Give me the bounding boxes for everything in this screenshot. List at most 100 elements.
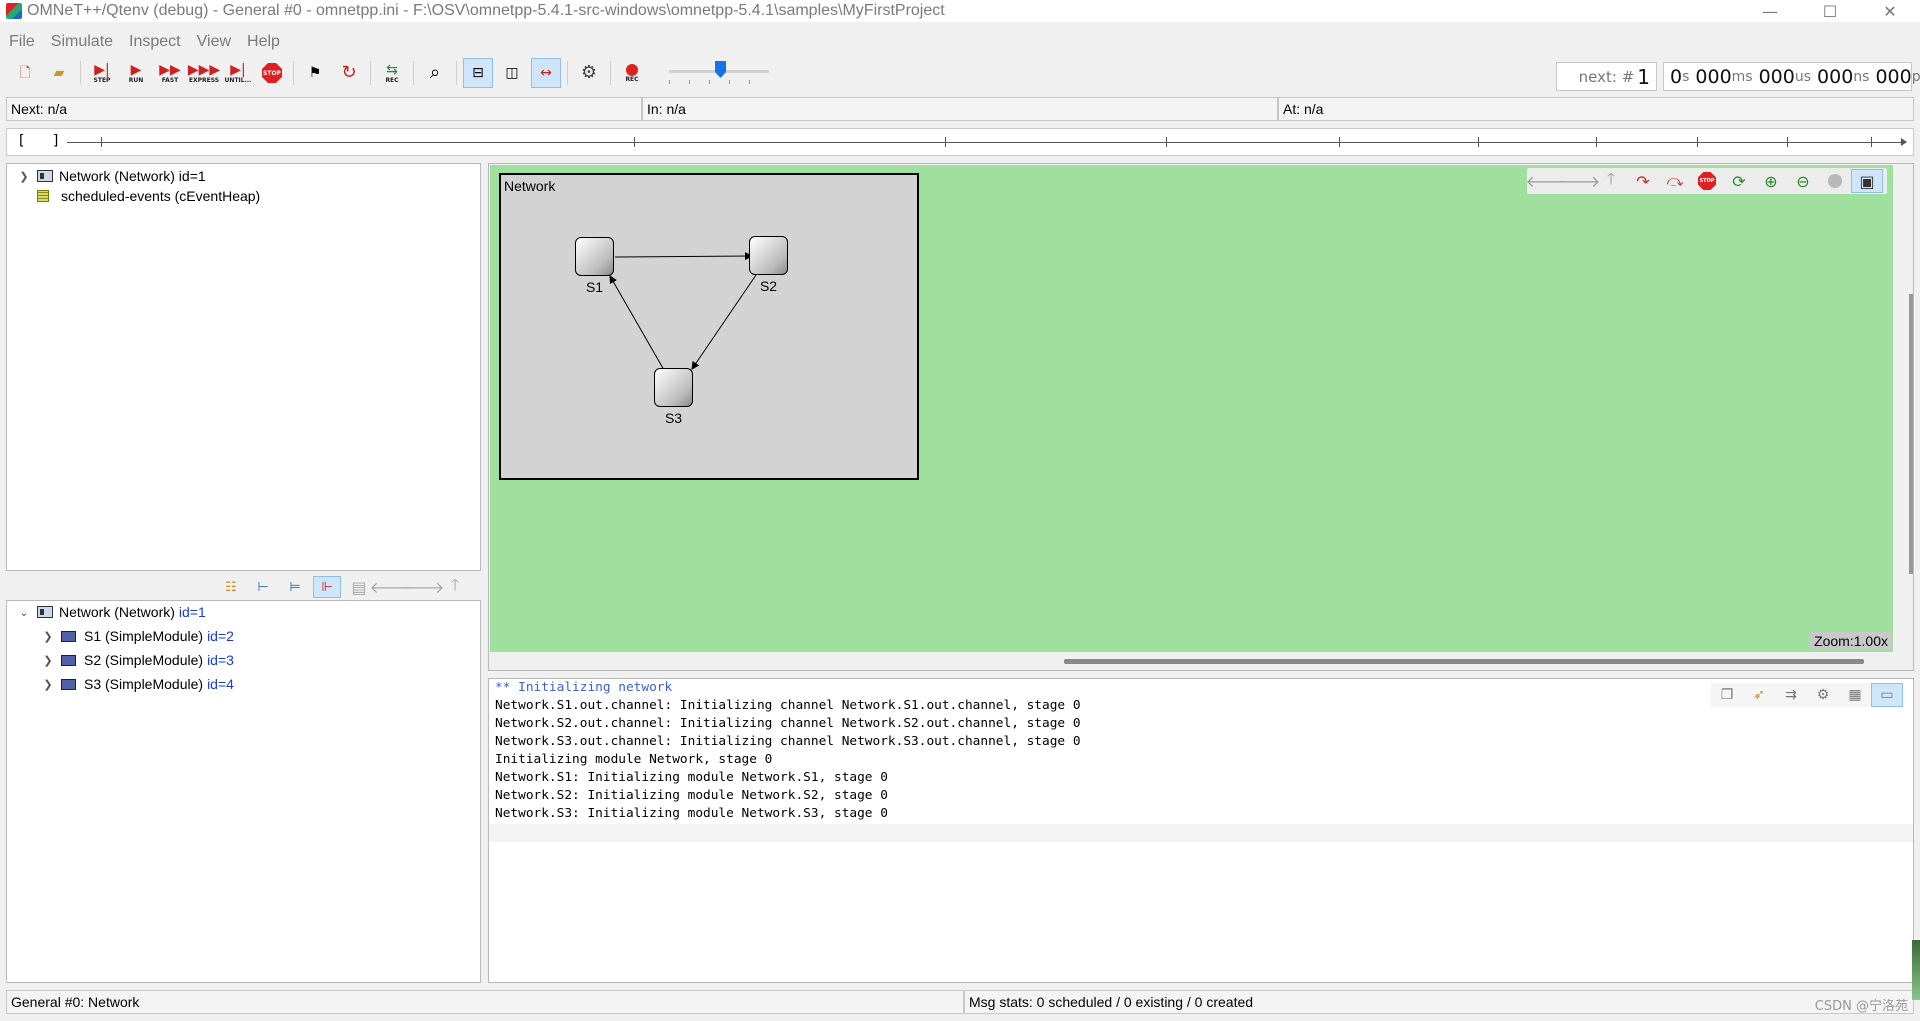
tree-item-s3[interactable]: ❯ S3 (SimpleModule) id=4 [41,674,234,694]
flat-view-button[interactable]: ⊢ [249,576,277,598]
run-button[interactable]: ▶ RUN [121,58,151,88]
conclude-button[interactable]: ⚑ [300,58,330,88]
sim-time-seconds: 0 [1670,65,1683,88]
run-icon: ▶ [130,61,142,78]
module-id: id=2 [207,628,234,644]
connection-s2-s3 [691,274,757,370]
canvas-relayout-button[interactable]: ⟳ [1723,169,1755,193]
canvas-run-local-button[interactable]: ↷ [1627,169,1659,193]
toolbar-separator [80,61,81,85]
next-event-label: next: # [1578,67,1635,86]
tree-item-s2[interactable]: ❯ S2 (SimpleModule) id=3 [41,650,234,670]
canvas-toolbar: 🡐 🡒 🡑 ↷ ⤼ STOP ⟳ ⊕ ⊖ ▣ [1526,168,1887,194]
slider-thumb[interactable] [715,61,726,78]
menu-view[interactable]: View [188,33,238,51]
chevron-right-icon[interactable]: ❯ [17,170,31,183]
simulation-time-display: 0s 000ms 000us 000ns 000ps [1663,62,1920,91]
node-s3[interactable] [654,368,693,407]
gear-icon: ⚙ [1816,687,1830,703]
vertical-layout-button[interactable]: ◫ [497,58,527,88]
tree-item-label: S1 (SimpleModule) [84,628,204,644]
run-until-button[interactable]: ▶| UNTIL... [223,58,253,88]
event-log-recording-button[interactable]: ⇆ REC [377,58,407,88]
network-canvas-panel: Network S1 S2 S3 🡐 🡒 🡑 ↷ ⤼ STOP ⟳ ⊕ ⊖ ▣ … [488,163,1914,671]
copy-log-button[interactable]: ❐ [1711,683,1743,707]
menu-inspect[interactable]: Inspect [120,33,188,51]
node-s2-label: S2 [759,278,778,294]
circle-icon [1828,174,1842,188]
stop-button[interactable]: STOP [257,58,287,88]
tree-item-network-root[interactable]: ⌄ Network (Network) id=1 [17,602,205,622]
chevron-right-icon[interactable]: ❯ [41,654,55,667]
fast-run-button[interactable]: ▶▶ FAST [155,58,185,88]
zoom-out-button[interactable]: ⊖ [1787,169,1819,193]
log-mode-button[interactable]: ▭ [1871,683,1903,707]
new-run-button[interactable]: 🗋 [10,58,40,88]
chevron-right-icon[interactable]: ❯ [41,630,55,643]
record-video-button[interactable]: REC [617,58,647,88]
tree-item-s1[interactable]: ❯ S1 (SimpleModule) id=2 [41,626,234,646]
canvas-horizontal-scrollbar[interactable] [1064,659,1864,664]
sim-time-ps: 000 [1875,65,1912,88]
module-appearance-button[interactable] [1819,169,1851,193]
tree-item-scheduled-events[interactable]: scheduled-events (cEventHeap) [37,186,260,206]
forward-button[interactable]: 🡒 [402,576,445,598]
timeline-tick [945,137,946,147]
finish-flag-icon: ⚑ [308,65,322,81]
chevron-right-icon[interactable]: ❯ [41,678,55,691]
hierarchy-icon: ☷ [225,579,237,595]
filter-log-button[interactable]: ⇉ [1775,683,1807,707]
log-line: ** Initializing network [495,680,673,695]
go-to-simulation-button[interactable]: ☷ [217,576,245,598]
up-button[interactable]: 🡑 [441,575,469,598]
log-settings-button[interactable]: ⚙ [1807,683,1839,707]
network-canvas[interactable]: Network S1 S2 S3 🡐 🡒 🡑 ↷ ⤼ STOP ⟳ ⊕ ⊖ ▣ … [490,165,1893,652]
find-in-log-button[interactable]: ➶ [1743,683,1775,707]
step-button[interactable]: ▶| STEP [87,58,117,88]
log-panel[interactable]: ** Initializing network Network.S1.out.c… [488,678,1914,983]
node-s1[interactable] [575,237,614,276]
simple-module-icon [61,630,76,642]
canvas-vertical-scrollbar[interactable] [1909,294,1913,574]
tree-item-label: Network (Network) [59,604,175,620]
object-navigator-tree[interactable]: ❯ Network (Network) id=1 scheduled-event… [6,163,481,571]
msg-stats-status: Msg stats: 0 scheduled / 0 existing / 0 … [964,990,1914,1014]
maximize-button[interactable]: ☐ [1800,0,1860,22]
preferences-button[interactable]: ⚙ [574,58,604,88]
window-title: OMNeT++/Qtenv (debug) - General #0 - omn… [27,2,945,19]
window-controls: — ☐ ✕ [1740,0,1920,22]
canvas-stop-button[interactable]: STOP [1691,169,1723,193]
node-s2[interactable] [749,236,788,275]
load-network-button[interactable]: ▰ [44,58,74,88]
timeline-tick [1596,137,1597,147]
grouped-view-button[interactable]: ⊩ [313,576,341,598]
messages-mode-button[interactable]: ▦ [1839,683,1871,707]
canvas-up-button[interactable]: 🡑 [1595,169,1627,193]
canvas-forward-button[interactable]: 🡒 [1558,169,1601,193]
tree-item-network[interactable]: ❯ Network (Network) id=1 [17,166,205,186]
show-timeline-button[interactable]: ↔ [531,58,561,88]
children-tree-icon: ⊨ [289,579,301,595]
express-run-button[interactable]: ▶▶▶ EXPRESS [188,58,220,88]
zoom-in-button[interactable]: ⊕ [1755,169,1787,193]
show-module-names-button[interactable]: ▣ [1851,169,1883,193]
horizontal-layout-button[interactable]: ⊟ [463,58,493,88]
canvas-fast-local-button[interactable]: ⤼ [1659,169,1691,193]
menu-file[interactable]: File [0,33,42,51]
toolbar-separator [370,61,371,85]
minimize-button[interactable]: — [1740,0,1800,22]
find-objects-button[interactable]: ⌕ [420,58,450,88]
children-view-button[interactable]: ⊨ [281,576,309,598]
network-module-box[interactable]: Network S1 S2 S3 [499,173,919,480]
chevron-down-icon[interactable]: ⌄ [17,606,31,619]
menu-help[interactable]: Help [238,33,287,51]
rebuild-network-button[interactable]: ↻ [334,58,364,88]
animation-speed-slider[interactable] [667,58,771,88]
tree-item-label: S2 (SimpleModule) [84,652,204,668]
event-timeline[interactable]: [ ] [6,128,1914,156]
log-line: Network.S3.out.channel: Initializing cha… [495,734,1081,749]
menu-bar: File Simulate Inspect View Help [0,30,287,54]
module-inspector-tree[interactable]: ⌄ Network (Network) id=1 ❯ S1 (SimpleMod… [6,600,481,983]
close-button[interactable]: ✕ [1860,0,1920,22]
menu-simulate[interactable]: Simulate [42,33,120,51]
